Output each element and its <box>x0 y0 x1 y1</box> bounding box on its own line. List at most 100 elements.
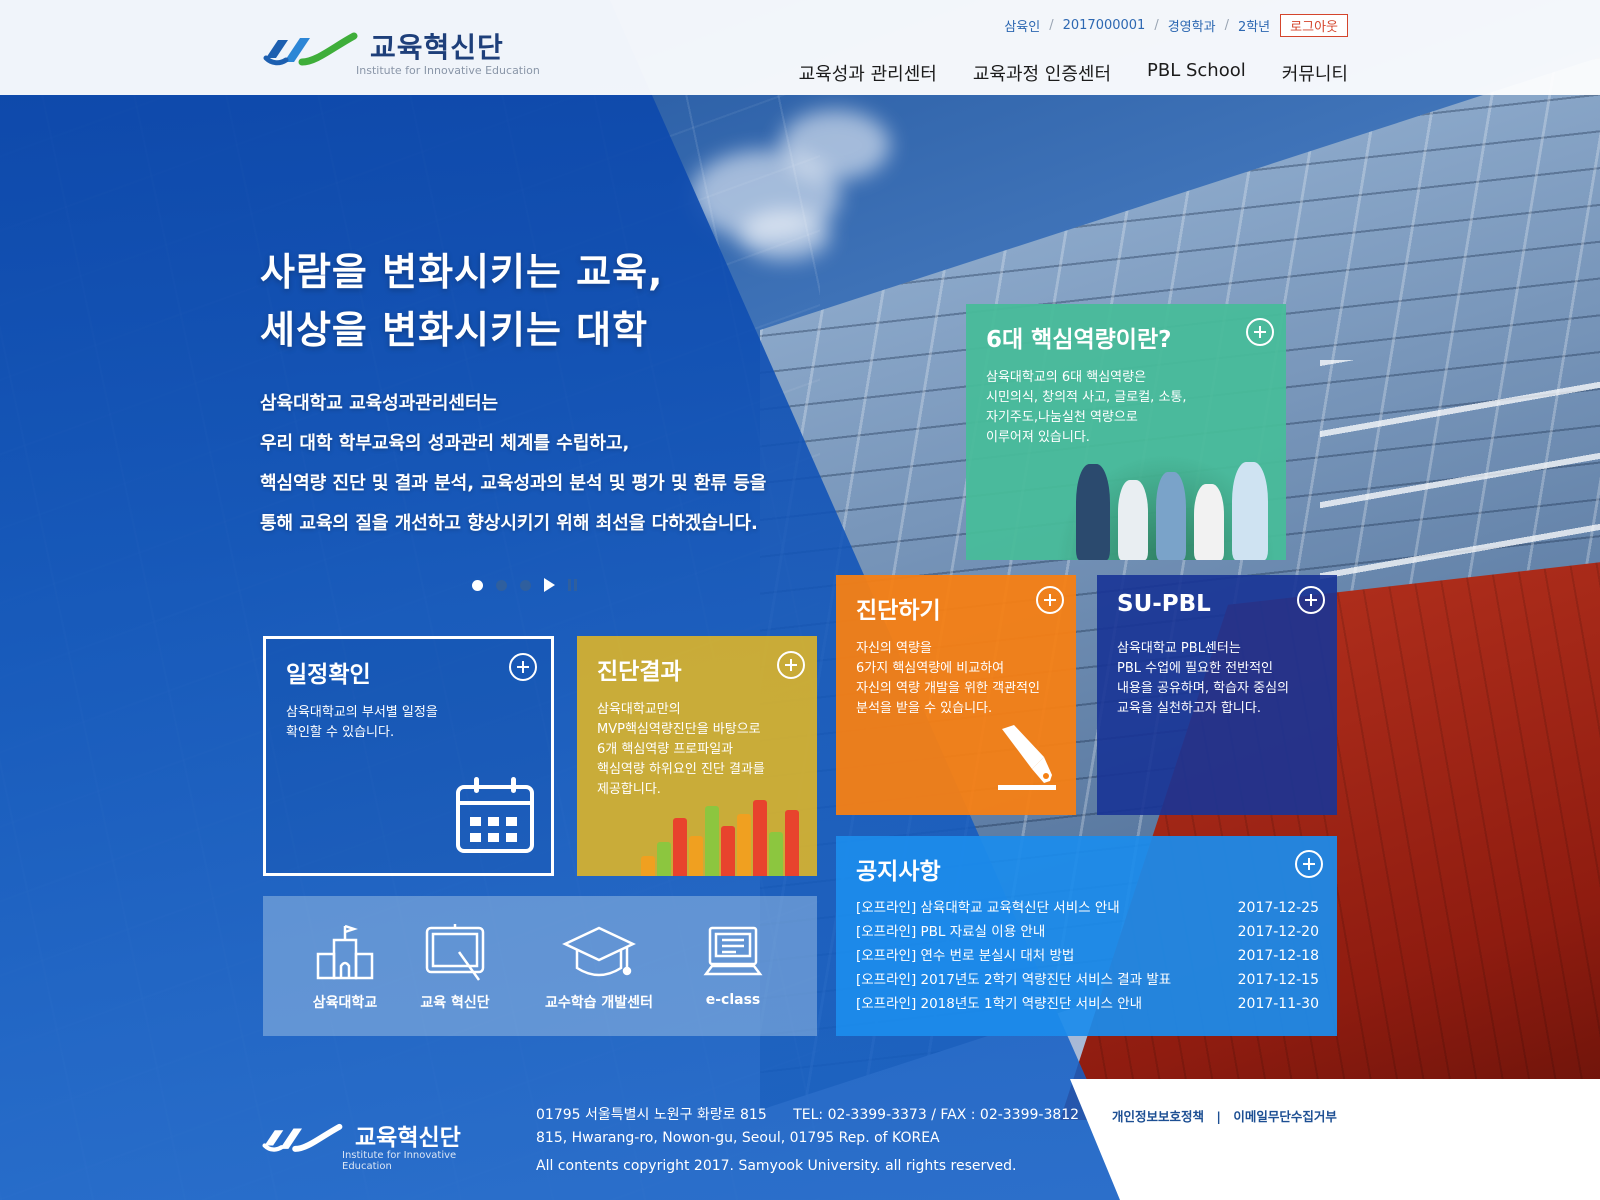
su-pbl-tile[interactable]: SU-PBL 삼육대학교 PBL센터는 PBL 수업에 필요한 전반적인 내용을… <box>1097 575 1337 815</box>
bar <box>673 818 687 876</box>
nav-item-pbl-school[interactable]: PBL School <box>1147 60 1246 86</box>
slider-pager <box>472 578 577 592</box>
nav-item-certification-center[interactable]: 교육과정 인증센터 <box>973 60 1111 86</box>
desc-line: 시민의식, 창의적 사고, 글로컬, 소통, <box>986 390 1187 405</box>
notice-tile: 공지사항 [오프라인] 삼육대학교 교육혁신단 서비스 안내 2017-12-25… <box>836 836 1337 1036</box>
desc-line: 자신의 역량을 <box>856 641 932 656</box>
copyright: All contents copyright 2017. Samyook Uni… <box>536 1158 1017 1174</box>
hero-desc-line: 핵심역량 진단 및 결과 분석, 교육성과의 분석 및 평가 및 환류 등을 <box>260 473 767 494</box>
slide-dot[interactable] <box>472 579 483 591</box>
calendar-ring <box>474 777 479 793</box>
notice-item[interactable]: [오프라인] 2018년도 1학기 역량진단 서비스 안내 2017-11-30 <box>856 992 1319 1016</box>
separator: / <box>1049 18 1054 33</box>
separator: / <box>1224 18 1229 33</box>
bar <box>641 856 655 876</box>
desc-line: 삼육대학교만의 <box>597 702 681 717</box>
email-refusal-link[interactable]: 이메일무단수집거부 <box>1233 1109 1337 1124</box>
quick-link-innovation[interactable]: 교육 혁신단 <box>415 922 495 1012</box>
tile-description: 삼육대학교 PBL센터는 PBL 수업에 필요한 전반적인 내용을 공유하며, … <box>1117 639 1289 719</box>
play-icon[interactable] <box>544 578 555 592</box>
diagnosis-result-tile[interactable]: 진단결과 삼육대학교만의 MVP핵심역량진단을 바탕으로 6개 핵심역량 프로파… <box>577 636 817 876</box>
tile-description: 삼육대학교의 6대 핵심역량은 시민의식, 창의적 사고, 글로컬, 소통, 자… <box>986 368 1187 448</box>
privacy-policy-link[interactable]: 개인정보보호정책 <box>1112 1109 1204 1124</box>
tile-description: 자신의 역량을 6가지 핵심역량에 비교하여 자신의 역량 개발을 위한 객관적… <box>856 639 1040 719</box>
pause-icon[interactable] <box>568 579 577 591</box>
desc-line: 분석을 받을 수 있습니다. <box>856 701 993 716</box>
pen-icon <box>998 725 1056 790</box>
desc-line: PBL 수업에 필요한 전반적인 <box>1117 661 1273 676</box>
notice-item[interactable]: [오프라인] 삼육대학교 교육혁신단 서비스 안내 2017-12-25 <box>856 896 1319 920</box>
desc-line: MVP핵심역량진단을 바탕으로 <box>597 722 761 737</box>
graduation-cap-icon <box>562 926 636 977</box>
user-utility-bar: 삼육인 / 2017000001 / 경영학과 / 2학년 로그아웃 <box>1004 14 1348 37</box>
bar <box>705 806 719 876</box>
notice-date: 2017-12-15 <box>1237 972 1319 988</box>
quick-link-label: 교육 혁신단 <box>420 995 490 1011</box>
plus-icon[interactable] <box>509 653 537 681</box>
footer-logo-subtitle: Institute for Innovative Education <box>342 1150 457 1172</box>
notice-date: 2017-12-20 <box>1237 924 1319 940</box>
logo-mark-icon <box>263 32 358 66</box>
tile-title: 진단결과 <box>597 659 682 685</box>
user-department: 경영학과 <box>1167 20 1216 35</box>
person <box>1076 464 1110 560</box>
tile-title: SU-PBL <box>1117 591 1211 617</box>
bar <box>737 814 751 876</box>
hero-desc-line: 삼육대학교 교육성과관리센터는 <box>260 393 499 414</box>
site-logo[interactable]: 교육혁신단 Institute for Innovative Education <box>262 24 547 80</box>
quick-link-university[interactable]: 삼육대학교 <box>305 922 385 1012</box>
quick-link-label: e-class <box>705 992 761 1008</box>
desc-line: 제공합니다. <box>597 782 661 797</box>
core-competency-tile[interactable]: 6대 핵심역량이란? 삼육대학교의 6대 핵심역량은 시민의식, 창의적 사고,… <box>966 304 1286 560</box>
notice-title[interactable]: [오프라인] 연수 번로 분실시 대처 방법 <box>856 944 1074 968</box>
tile-title: 공지사항 <box>856 859 941 885</box>
students-photo <box>1056 454 1276 560</box>
footer-logo-title: 교육혁신단 <box>355 1125 461 1151</box>
whiteboard-icon <box>425 924 485 981</box>
bar <box>657 842 671 876</box>
diagnose-tile[interactable]: 진단하기 자신의 역량을 6가지 핵심역량에 비교하여 자신의 역량 개발을 위… <box>836 575 1076 815</box>
footer-white-panel <box>1070 1079 1600 1200</box>
plus-icon[interactable] <box>777 651 805 679</box>
footer-address: 01795 서울특별시 노원구 화랑로 815 TEL: 02-3399-337… <box>536 1104 1079 1178</box>
desc-line: 내용을 공유하며, 학습자 중심의 <box>1117 681 1290 696</box>
notice-title[interactable]: [오프라인] 삼육대학교 교육혁신단 서비스 안내 <box>856 896 1120 920</box>
desc-line: 교육을 실천하고자 합니다. <box>1117 701 1261 716</box>
hero-title-line: 세상을 변화시키는 대학 <box>260 308 649 352</box>
hero-desc-line: 우리 대학 학부교육의 성과관리 체계를 수립하고, <box>260 433 630 454</box>
quick-link-eclass[interactable]: e-class <box>693 922 773 1008</box>
notice-title[interactable]: [오프라인] PBL 자료실 이용 안내 <box>856 920 1045 944</box>
desc-line: 자신의 역량 개발을 위한 객관적인 <box>856 681 1040 696</box>
schedule-tile[interactable]: 일정확인 삼육대학교의 부서별 일정을 확인할 수 있습니다. <box>263 636 554 876</box>
nav-item-outcome-center[interactable]: 교육성과 관리센터 <box>799 60 937 86</box>
university-building-icon <box>316 924 374 980</box>
notice-title[interactable]: [오프라인] 2018년도 1학기 역량진단 서비스 안내 <box>856 992 1142 1016</box>
plus-icon[interactable] <box>1246 318 1274 346</box>
notice-item[interactable]: [오프라인] PBL 자료실 이용 안내 2017-12-20 <box>856 920 1319 944</box>
desc-line: 핵심역량 하위요인 진단 결과를 <box>597 762 765 777</box>
nav-item-community[interactable]: 커뮤니티 <box>1282 60 1348 86</box>
plus-icon[interactable] <box>1297 586 1325 614</box>
quick-link-label: 삼육대학교 <box>312 995 378 1011</box>
slide-dot[interactable] <box>496 579 507 591</box>
main-navigation: 교육성과 관리센터 교육과정 인증센터 PBL School 커뮤니티 <box>799 60 1348 86</box>
slide-dot[interactable] <box>520 579 531 591</box>
logo-mark-icon <box>262 1123 343 1152</box>
user-name: 삼육인 <box>1004 20 1041 35</box>
notice-item[interactable]: [오프라인] 연수 번로 분실시 대처 방법 2017-12-18 <box>856 944 1319 968</box>
person <box>1194 484 1224 560</box>
person <box>1232 462 1268 560</box>
bar <box>689 836 703 876</box>
logout-button[interactable]: 로그아웃 <box>1280 14 1348 37</box>
calendar-cell <box>488 817 499 826</box>
notice-list: [오프라인] 삼육대학교 교육혁신단 서비스 안내 2017-12-25 [오프라… <box>856 896 1319 1016</box>
plus-icon[interactable] <box>1036 586 1064 614</box>
site-header: 교육혁신단 Institute for Innovative Education… <box>0 0 1600 95</box>
address-english: 815, Hwarang-ro, Nowon-gu, Seoul, 01795 … <box>536 1130 940 1146</box>
notice-title[interactable]: [오프라인] 2017년도 2학기 역량진단 서비스 결과 발표 <box>856 968 1171 992</box>
plus-icon[interactable] <box>1295 850 1323 878</box>
notice-item[interactable]: [오프라인] 2017년도 2학기 역량진단 서비스 결과 발표 2017-12-… <box>856 968 1319 992</box>
footer-logo: 교육혁신단 Institute for Innovative Education <box>260 1118 500 1172</box>
quick-link-teaching-center[interactable]: 교수학습 개발센터 <box>539 922 659 1012</box>
desc-line: 삼육대학교의 부서별 일정을 <box>286 705 438 720</box>
